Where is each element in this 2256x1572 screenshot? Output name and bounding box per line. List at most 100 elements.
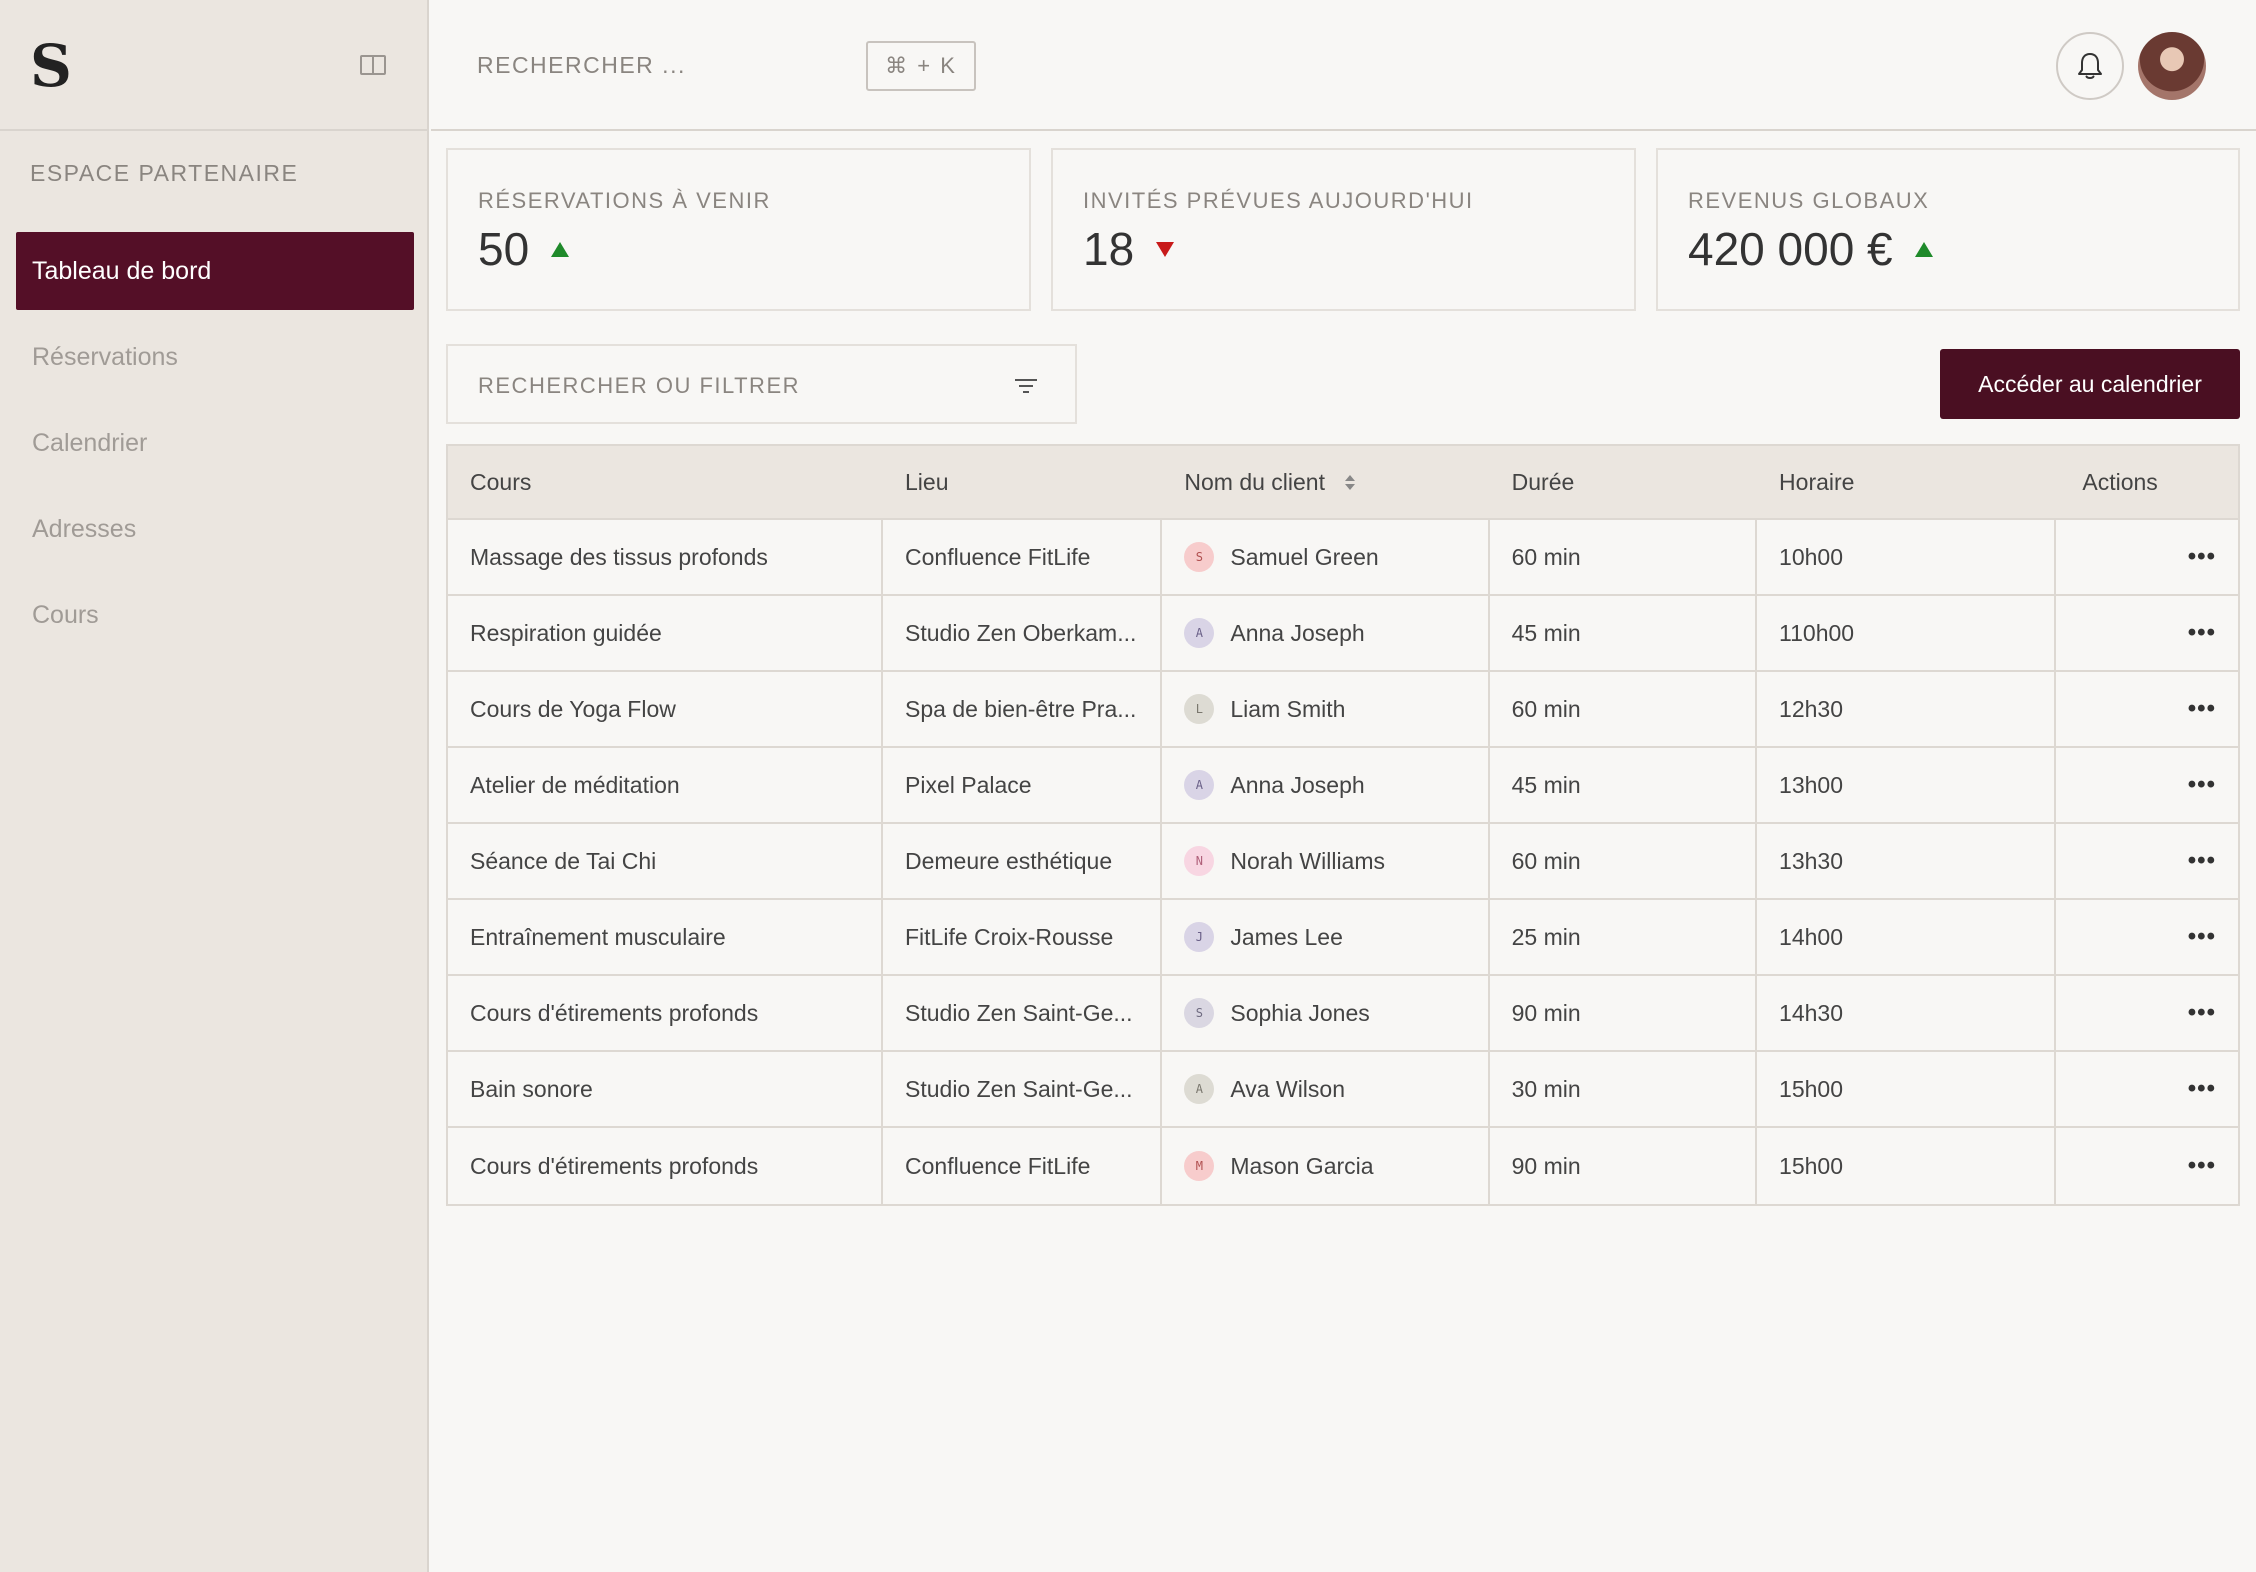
column-header-duration[interactable]: Durée: [1490, 469, 1757, 496]
bell-icon: [2078, 53, 2102, 79]
cell-duration: 25 min: [1490, 900, 1758, 974]
client-avatar: M: [1184, 1151, 1215, 1181]
cell-actions: •••: [2056, 596, 2238, 670]
cell-location: Pixel Palace: [883, 748, 1163, 822]
more-actions-icon[interactable]: •••: [2188, 697, 2216, 721]
table-row[interactable]: Séance de Tai Chi Demeure esthétique N N…: [448, 824, 2238, 900]
table-row[interactable]: Cours de Yoga Flow Spa de bien-être Pra.…: [448, 672, 2238, 748]
cell-course: Respiration guidée: [448, 596, 883, 670]
column-header-client[interactable]: Nom du client: [1162, 469, 1489, 496]
cell-location: Spa de bien-être Pra...: [883, 672, 1163, 746]
sidebar-toggle-icon[interactable]: [360, 55, 386, 75]
cell-duration: 60 min: [1490, 672, 1758, 746]
more-actions-icon[interactable]: •••: [2188, 1001, 2216, 1025]
cell-course: Atelier de méditation: [448, 748, 883, 822]
sidebar-item-calendar[interactable]: Calendrier: [16, 404, 414, 482]
cell-schedule: 15h00: [1757, 1052, 2057, 1126]
client-name: Samuel Green: [1230, 543, 1379, 570]
cell-actions: •••: [2056, 976, 2238, 1050]
top-header: RECHERCHER ... ⌘ + K: [431, 0, 2256, 131]
cell-course: Massage des tissus profonds: [448, 520, 883, 594]
table-row[interactable]: Bain sonore Studio Zen Saint-Ge... A Ava…: [448, 1052, 2238, 1128]
client-name: Liam Smith: [1230, 695, 1346, 722]
cell-course: Cours de Yoga Flow: [448, 672, 883, 746]
open-calendar-button[interactable]: Accéder au calendrier: [1940, 349, 2240, 419]
sort-icon[interactable]: [1345, 474, 1355, 490]
client-name: Norah Williams: [1230, 847, 1386, 874]
bookings-table: Cours Lieu Nom du client Durée Horaire A…: [446, 444, 2240, 1206]
sidebar-nav: Tableau de bord Réservations Calendrier …: [16, 232, 414, 662]
more-actions-icon[interactable]: •••: [2188, 545, 2216, 569]
cell-schedule: 10h00: [1757, 520, 2057, 594]
column-header-schedule[interactable]: Horaire: [1757, 469, 2056, 496]
notifications-button[interactable]: [2056, 32, 2124, 100]
stat-value: 420 000 €: [1688, 223, 1893, 275]
table-row[interactable]: Entraînement musculaire FitLife Croix-Ro…: [448, 900, 2238, 976]
stat-card-total-revenue: REVENUS GLOBAUX 420 000 €: [1656, 148, 2240, 311]
cell-duration: 45 min: [1490, 748, 1758, 822]
cell-duration: 60 min: [1490, 520, 1758, 594]
trend-up-icon: [551, 241, 570, 257]
stat-card-upcoming-reservations: RÉSERVATIONS À VENIR 50: [446, 148, 1031, 311]
more-actions-icon[interactable]: •••: [2188, 849, 2216, 873]
client-avatar: A: [1184, 618, 1215, 648]
cell-duration: 90 min: [1490, 1128, 1758, 1204]
cell-duration: 45 min: [1490, 596, 1758, 670]
client-avatar: L: [1184, 694, 1215, 724]
user-avatar[interactable]: [2138, 32, 2206, 100]
client-name: Anna Joseph: [1230, 771, 1365, 798]
cell-course: Cours d'étirements profonds: [448, 1128, 883, 1204]
cell-schedule: 13h30: [1757, 824, 2057, 898]
table-row[interactable]: Massage des tissus profonds Confluence F…: [448, 520, 2238, 596]
client-name: Ava Wilson: [1230, 1075, 1345, 1102]
logo[interactable]: S: [30, 36, 72, 96]
table-header: Cours Lieu Nom du client Durée Horaire A…: [448, 446, 2238, 520]
cell-location: Demeure esthétique: [883, 824, 1163, 898]
sidebar-item-label: Adresses: [32, 514, 137, 543]
sidebar-item-reservations[interactable]: Réservations: [16, 318, 414, 396]
cell-schedule: 15h00: [1757, 1128, 2057, 1204]
cell-actions: •••: [2056, 748, 2238, 822]
client-name: Mason Garcia: [1230, 1152, 1374, 1179]
filter-icon[interactable]: [1014, 377, 1038, 393]
more-actions-icon[interactable]: •••: [2188, 925, 2216, 949]
sidebar-item-addresses[interactable]: Adresses: [16, 490, 414, 568]
sidebar-item-dashboard[interactable]: Tableau de bord: [16, 232, 414, 310]
client-avatar: J: [1184, 922, 1215, 952]
table-row[interactable]: Cours d'étirements profonds Confluence F…: [448, 1128, 2238, 1204]
more-actions-icon[interactable]: •••: [2188, 1154, 2216, 1178]
cell-actions: •••: [2056, 824, 2238, 898]
table-row[interactable]: Atelier de méditation Pixel Palace A Ann…: [448, 748, 2238, 824]
cell-schedule: 12h30: [1757, 672, 2057, 746]
cell-schedule: 13h00: [1757, 748, 2057, 822]
cell-duration: 90 min: [1490, 976, 1758, 1050]
column-header-course[interactable]: Cours: [448, 469, 883, 496]
global-search-input[interactable]: RECHERCHER ...: [477, 52, 686, 79]
cell-client: L Liam Smith: [1162, 672, 1490, 746]
stat-value-row: 50: [478, 222, 570, 276]
cell-course: Bain sonore: [448, 1052, 883, 1126]
cell-location: Studio Zen Oberkam...: [883, 596, 1163, 670]
trend-down-icon: [1156, 241, 1175, 257]
more-actions-icon[interactable]: •••: [2188, 1077, 2216, 1101]
sidebar-item-courses[interactable]: Cours: [16, 576, 414, 654]
cell-location: Studio Zen Saint-Ge...: [883, 1052, 1163, 1126]
more-actions-icon[interactable]: •••: [2188, 621, 2216, 645]
sidebar-item-label: Cours: [32, 600, 99, 629]
filter-input[interactable]: RECHERCHER OU FILTRER: [446, 344, 1077, 424]
cell-client: J James Lee: [1162, 900, 1490, 974]
cell-actions: •••: [2056, 1052, 2238, 1126]
stat-label: REVENUS GLOBAUX: [1688, 188, 1930, 213]
table-row[interactable]: Respiration guidée Studio Zen Oberkam...…: [448, 596, 2238, 672]
sidebar-header: S: [0, 0, 427, 131]
more-actions-icon[interactable]: •••: [2188, 773, 2216, 797]
cell-client: S Sophia Jones: [1162, 976, 1490, 1050]
table-row[interactable]: Cours d'étirements profonds Studio Zen S…: [448, 976, 2238, 1052]
cell-schedule: 14h00: [1757, 900, 2057, 974]
cell-client: M Mason Garcia: [1162, 1128, 1490, 1204]
client-name: Anna Joseph: [1230, 619, 1365, 646]
cell-course: Entraînement musculaire: [448, 900, 883, 974]
column-header-location[interactable]: Lieu: [883, 469, 1162, 496]
filter-placeholder: RECHERCHER OU FILTRER: [478, 373, 801, 398]
cell-client: A Anna Joseph: [1162, 596, 1490, 670]
